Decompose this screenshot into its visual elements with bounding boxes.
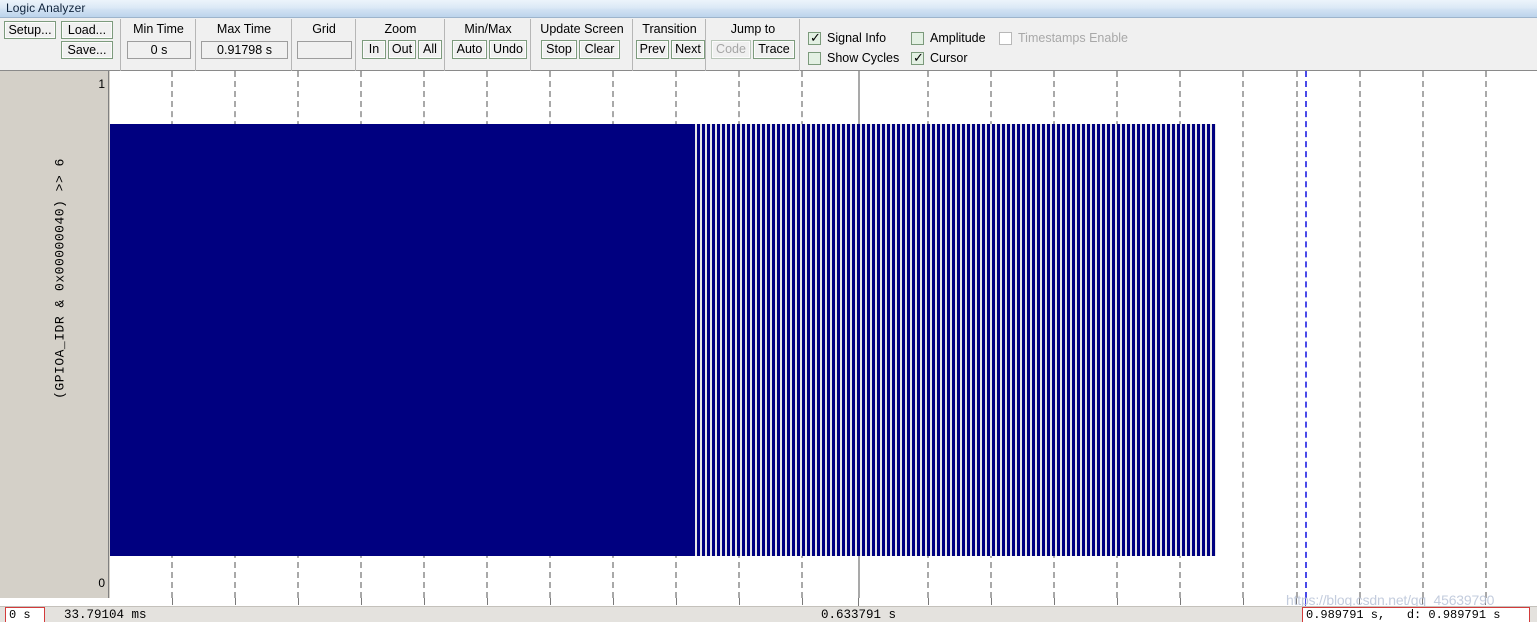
gridline	[1485, 71, 1487, 598]
ruler-tick	[613, 598, 614, 605]
window-title: Logic Analyzer	[6, 1, 86, 15]
ruler-tick	[1054, 598, 1055, 605]
show-cycles-checkbox-icon[interactable]	[808, 51, 821, 65]
save-button[interactable]: Save...	[61, 41, 113, 59]
cursor-label: Cursor	[930, 51, 968, 65]
window-titlebar: Logic Analyzer	[0, 0, 1537, 18]
ruler-tick	[928, 598, 929, 605]
waveform-pulse-train-segment	[692, 124, 1216, 556]
waveform-canvas[interactable]	[110, 71, 1537, 598]
jump-to-group-label: Jump to	[730, 22, 776, 36]
amplitude-label: Amplitude	[930, 31, 986, 45]
status-bar: 0 s 33.79104 ms 0.633791 s 0.989791 s, d…	[0, 606, 1537, 622]
setup-button[interactable]: Setup...	[4, 21, 56, 39]
timestamps-enable-checkbox-icon	[999, 31, 1012, 45]
timestamps-enable-label: Timestamps Enable	[1018, 31, 1128, 45]
toolbar-group-minmax: Min/Max Auto Undo	[446, 19, 531, 71]
status-cursor-value[interactable]: 0.989791 s, d: 0.989791 s	[1302, 607, 1530, 622]
ruler-tick	[172, 598, 173, 605]
checkbox-signal-info[interactable]: ✓ Signal Info	[808, 31, 886, 45]
ruler-tick	[802, 598, 803, 605]
ruler-tick	[1243, 598, 1244, 605]
status-center-time: 0.633791 s	[821, 608, 897, 622]
amplitude-checkbox-icon[interactable]	[911, 31, 924, 45]
transition-prev-button[interactable]: Prev	[636, 40, 669, 59]
max-time-label: Max Time	[216, 22, 272, 36]
toolbar-group-min-time: Min Time 0 s	[122, 19, 196, 71]
update-clear-button[interactable]: Clear	[579, 40, 620, 59]
zoom-out-button[interactable]: Out	[388, 40, 416, 59]
zoom-group-label: Zoom	[384, 22, 417, 36]
zoom-in-button[interactable]: In	[362, 40, 386, 59]
ruler-tick	[298, 598, 299, 605]
max-time-field[interactable]: 0.91798 s	[201, 41, 288, 59]
ruler-tick	[424, 598, 425, 605]
cursor-line[interactable]	[1305, 71, 1307, 598]
signal-info-checkbox-icon[interactable]: ✓	[808, 31, 821, 45]
checkbox-amplitude[interactable]: Amplitude	[911, 31, 986, 45]
ruler-tick	[739, 598, 740, 605]
gridline	[1359, 71, 1361, 598]
ruler-tick	[235, 598, 236, 605]
toolbar-group-grid: Grid	[293, 19, 356, 71]
checkbox-cursor[interactable]: ✓ Cursor	[911, 51, 968, 65]
grid-label: Grid	[312, 22, 336, 36]
waveform-panel: (GPIOA_IDR & 0x00000040) >> 6 1 0	[0, 71, 1537, 598]
toolbar-group-options: ✓ Signal Info Show Cycles Amplitude ✓ Cu…	[801, 19, 1537, 71]
ruler-tick	[487, 598, 488, 605]
gridline	[1422, 71, 1424, 598]
waveform-solid-segment	[110, 124, 692, 556]
ruler-tick	[1180, 598, 1181, 605]
toolbar-group-zoom: Zoom In Out All	[357, 19, 445, 71]
y-axis: 1 0	[90, 71, 109, 598]
toolbar-group-transition: Transition Prev Next	[634, 19, 706, 71]
ruler-tick	[991, 598, 992, 605]
zoom-all-button[interactable]: All	[418, 40, 442, 59]
load-button[interactable]: Load...	[61, 21, 113, 39]
y-axis-tick-top: 1	[98, 77, 105, 91]
signal-label: (GPIOA_IDR & 0x00000040) >> 6	[52, 158, 68, 399]
min-time-field[interactable]: 0 s	[127, 41, 191, 59]
gridline	[1242, 71, 1244, 598]
min-time-label: Min Time	[133, 22, 184, 36]
checkbox-timestamps-enable: Timestamps Enable	[999, 31, 1128, 45]
logic-analyzer-window: Logic Analyzer Setup... Load... Save... …	[0, 0, 1537, 622]
jump-trace-button[interactable]: Trace	[753, 40, 795, 59]
ruler-tick	[550, 598, 551, 605]
transition-next-button[interactable]: Next	[671, 40, 705, 59]
toolbar-group-max-time: Max Time 0.91798 s	[197, 19, 292, 71]
update-stop-button[interactable]: Stop	[541, 40, 577, 59]
signal-label-column: (GPIOA_IDR & 0x00000040) >> 6	[0, 71, 90, 598]
show-cycles-label: Show Cycles	[827, 51, 900, 65]
transition-group-label: Transition	[642, 22, 697, 36]
toolbar-group-jump-to: Jump to Code Trace	[707, 19, 800, 71]
y-axis-tick-bottom: 0	[98, 576, 105, 590]
toolbar: Setup... Load... Save... Min Time 0 s Ma…	[0, 19, 1537, 71]
minmax-group-label: Min/Max	[464, 22, 512, 36]
ruler-tick	[1117, 598, 1118, 605]
ruler-tick	[676, 598, 677, 605]
minmax-auto-button[interactable]: Auto	[452, 40, 487, 59]
grid-field[interactable]	[297, 41, 352, 59]
checkbox-show-cycles[interactable]: Show Cycles	[808, 51, 899, 65]
gridline	[1296, 71, 1298, 598]
minmax-undo-button[interactable]: Undo	[489, 40, 527, 59]
toolbar-group-update-screen: Update Screen Stop Clear	[532, 19, 633, 71]
status-left-time: 33.79104 ms	[64, 608, 147, 622]
signal-info-label: Signal Info	[827, 31, 887, 45]
update-screen-group-label: Update Screen	[540, 22, 624, 36]
jump-code-button[interactable]: Code	[711, 40, 751, 59]
status-left-value[interactable]: 0 s	[5, 607, 45, 622]
ruler-tick	[361, 598, 362, 605]
cursor-checkbox-icon[interactable]: ✓	[911, 51, 924, 65]
